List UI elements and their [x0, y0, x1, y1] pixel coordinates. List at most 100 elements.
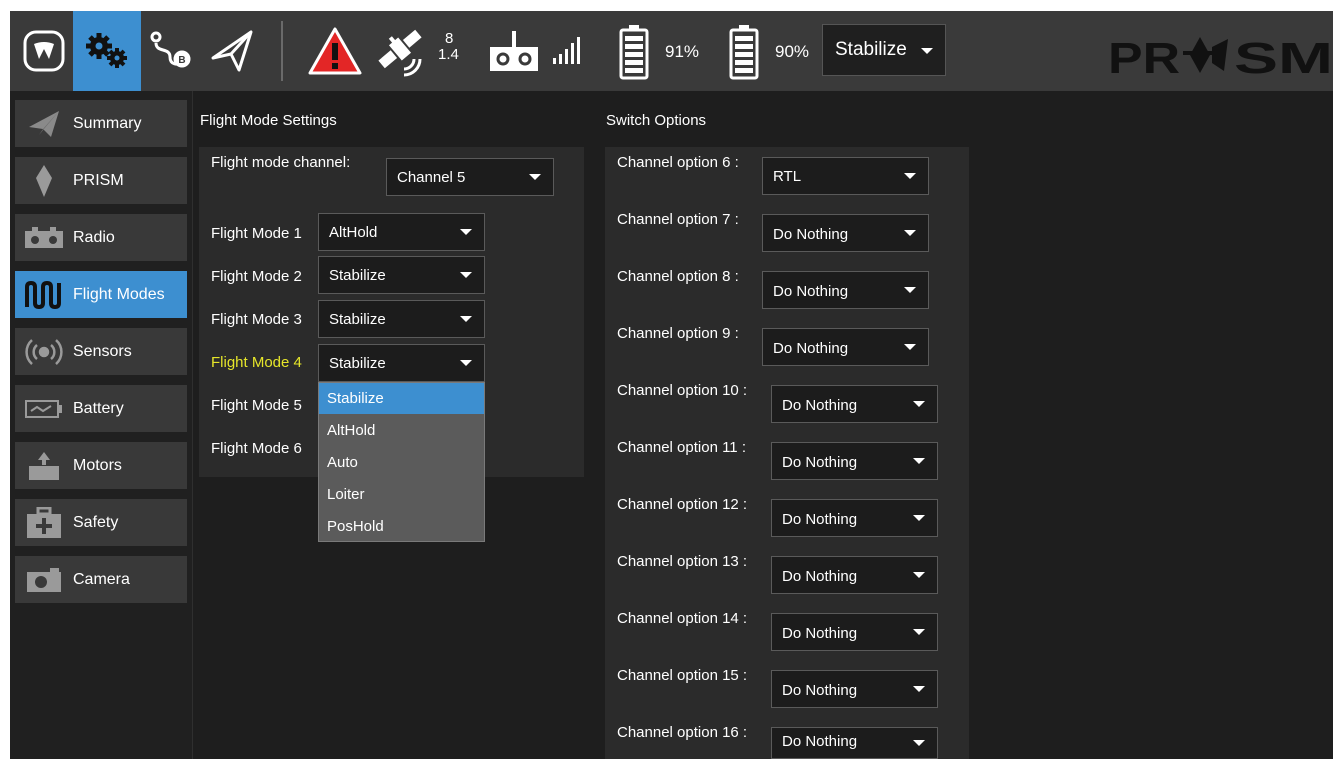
- flight-mode-1-label: Flight Mode 1: [211, 225, 302, 242]
- broadcast-icon: [15, 328, 73, 375]
- channel-option-6-label: Channel option 6 :: [617, 154, 739, 171]
- flight-mode-2-select[interactable]: Stabilize: [318, 256, 485, 294]
- sidebar-item-label: Summary: [73, 114, 142, 132]
- channel-option-16-label: Channel option 16 :: [617, 724, 748, 741]
- channel-option-13-label: Channel option 13 :: [617, 553, 748, 570]
- sidebar-item-camera[interactable]: Camera: [15, 556, 187, 603]
- brand-logo: PR SM: [1108, 34, 1333, 83]
- parameters-gear-icon[interactable]: [73, 11, 141, 91]
- battery2-percent: 90%: [775, 42, 810, 61]
- wave-icon: [15, 271, 73, 318]
- fly-paper-plane-icon[interactable]: [206, 24, 258, 78]
- toolbar-divider: [281, 21, 283, 81]
- flight-mode-3-label: Flight Mode 3: [211, 311, 302, 328]
- channel-option-9-select[interactable]: Do Nothing: [762, 328, 929, 366]
- flight-mode-select[interactable]: Stabilize: [822, 24, 946, 76]
- channel-option-13-select[interactable]: Do Nothing: [771, 556, 938, 594]
- gps-satellite-count: 8: [445, 30, 454, 47]
- channel-option-15-label: Channel option 15 :: [617, 667, 748, 684]
- select-value: Do Nothing: [782, 397, 858, 414]
- channel-option-14-label: Channel option 14 :: [617, 610, 748, 627]
- flight-mode-4-select[interactable]: Stabilize: [318, 344, 485, 382]
- plan-route-icon[interactable]: B: [145, 24, 195, 78]
- select-value: Stabilize: [329, 310, 386, 328]
- channel-option-11-select[interactable]: Do Nothing: [771, 442, 938, 480]
- chevron-down-icon: [913, 686, 925, 692]
- channel-option-12-select[interactable]: Do Nothing: [771, 499, 938, 537]
- select-value: Do Nothing: [782, 568, 858, 585]
- sidebar-item-prism[interactable]: PRISM: [15, 157, 187, 204]
- chevron-down-icon: [460, 272, 472, 278]
- chevron-down-icon: [529, 174, 541, 180]
- signal-strength-icon: [550, 33, 584, 67]
- channel-option-10-select[interactable]: Do Nothing: [771, 385, 938, 423]
- sidebar-item-sensors[interactable]: Sensors: [15, 328, 187, 375]
- flight-mode-4-dropdown-list: Stabilize AltHold Auto Loiter PosHold: [318, 382, 485, 542]
- channel-option-15-select[interactable]: Do Nothing: [771, 670, 938, 708]
- select-value: Stabilize: [329, 354, 386, 372]
- app-logo-icon[interactable]: [21, 28, 67, 74]
- sidebar-item-radio[interactable]: Radio: [15, 214, 187, 261]
- select-value: RTL: [773, 167, 802, 185]
- select-value: Stabilize: [329, 266, 386, 284]
- sidebar-item-safety[interactable]: Safety: [15, 499, 187, 546]
- dropdown-option-stabilize[interactable]: Stabilize: [319, 383, 484, 414]
- dropdown-option-althold[interactable]: AltHold: [319, 415, 484, 446]
- motor-icon: [15, 442, 73, 489]
- select-value: AltHold: [329, 223, 378, 241]
- toolbar: B 8 1.4 91% 90% Stabilize PR SM: [10, 11, 1333, 91]
- chevron-down-icon: [460, 360, 472, 366]
- flight-mode-1-select[interactable]: AltHold: [318, 213, 485, 251]
- chevron-down-icon: [913, 572, 925, 578]
- dropdown-option-loiter[interactable]: Loiter: [319, 479, 484, 510]
- rc-transmitter-icon: [15, 214, 73, 261]
- channel-option-14-select[interactable]: Do Nothing: [771, 613, 938, 651]
- dropdown-option-auto[interactable]: Auto: [319, 447, 484, 478]
- flight-mode-3-select[interactable]: Stabilize: [318, 300, 485, 338]
- sidebar-item-label: Safety: [73, 513, 119, 531]
- select-value: Do Nothing: [782, 733, 858, 750]
- gps-hdop-value: 1.4: [438, 46, 459, 63]
- sidebar-item-label: Flight Modes: [73, 285, 165, 303]
- gps-satellite-icon[interactable]: [372, 23, 430, 79]
- sidebar-item-flight-modes[interactable]: Flight Modes: [15, 271, 187, 318]
- channel-option-8-label: Channel option 8 :: [617, 268, 739, 285]
- select-value: Channel 5: [397, 168, 466, 186]
- chevron-down-icon: [904, 173, 916, 179]
- chevron-down-icon: [913, 740, 925, 746]
- channel-option-11-label: Channel option 11 :: [617, 439, 746, 456]
- select-value: Do Nothing: [782, 682, 858, 699]
- channel-option-16-select[interactable]: Do Nothing: [771, 727, 938, 759]
- sidebar-item-label: Radio: [73, 228, 115, 246]
- channel-option-10-label: Channel option 10 :: [617, 382, 748, 399]
- flight-mode-channel-select[interactable]: Channel 5: [386, 158, 554, 196]
- dropdown-option-poshold[interactable]: PosHold: [319, 511, 484, 542]
- svg-text:PR: PR: [1108, 35, 1180, 75]
- select-value: Do Nothing: [782, 454, 858, 471]
- sidebar: Summary PRISM Radio Flight Modes Sensors…: [10, 91, 193, 759]
- flight-mode-select-value: Stabilize: [835, 39, 907, 60]
- select-value: Do Nothing: [782, 625, 858, 642]
- chevron-down-icon: [904, 230, 916, 236]
- channel-option-9-label: Channel option 9 :: [617, 325, 739, 342]
- rc-transmitter-icon[interactable]: [486, 27, 542, 75]
- sidebar-item-label: PRISM: [73, 171, 124, 189]
- sidebar-item-label: Sensors: [73, 342, 132, 360]
- sidebar-item-summary[interactable]: Summary: [15, 100, 187, 147]
- channel-option-7-label: Channel option 7 :: [617, 211, 739, 228]
- first-aid-icon: [15, 499, 73, 546]
- channel-option-6-select[interactable]: RTL: [762, 157, 929, 195]
- chevron-down-icon: [904, 344, 916, 350]
- sidebar-item-motors[interactable]: Motors: [15, 442, 187, 489]
- warning-icon[interactable]: [306, 23, 364, 79]
- svg-text:SM: SM: [1234, 35, 1333, 75]
- channel-option-7-select[interactable]: Do Nothing: [762, 214, 929, 252]
- app-window: B 8 1.4 91% 90% Stabilize PR SM Summary …: [10, 11, 1333, 759]
- sidebar-item-battery[interactable]: Battery: [15, 385, 187, 432]
- channel-option-8-select[interactable]: Do Nothing: [762, 271, 929, 309]
- flight-mode-5-label: Flight Mode 5: [211, 397, 302, 414]
- flight-mode-channel-label: Flight mode channel:: [211, 154, 351, 171]
- sidebar-item-label: Motors: [73, 456, 122, 474]
- flight-mode-6-label: Flight Mode 6: [211, 440, 302, 457]
- channel-option-12-label: Channel option 12 :: [617, 496, 748, 513]
